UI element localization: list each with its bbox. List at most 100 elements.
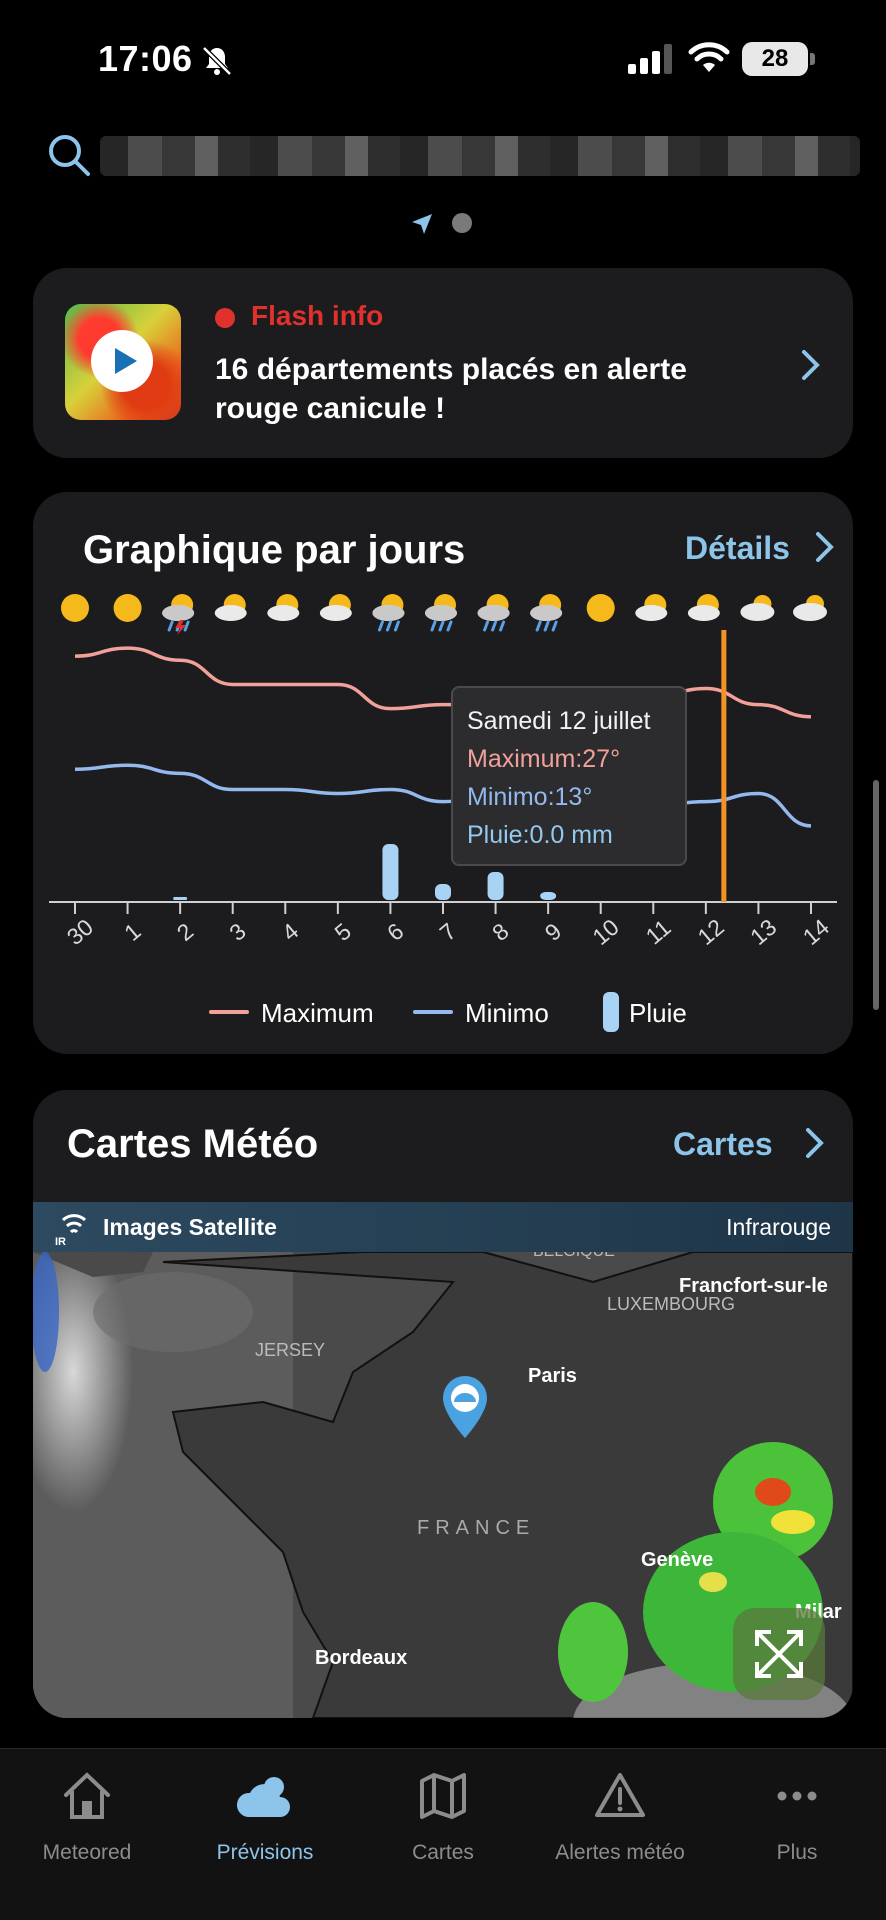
rain-bar bbox=[382, 844, 399, 900]
label-jersey: JERSEY bbox=[255, 1340, 325, 1360]
label-geneve: Genève bbox=[641, 1549, 713, 1571]
sun-icon bbox=[586, 594, 615, 622]
cellular-signal-icon bbox=[628, 44, 672, 74]
live-dot-icon bbox=[215, 308, 235, 328]
x-tick-label: 3 bbox=[224, 918, 251, 946]
page-dot[interactable] bbox=[452, 213, 472, 233]
details-link[interactable]: Détails bbox=[685, 530, 790, 567]
tab-plus[interactable]: Plus bbox=[722, 1765, 872, 1875]
x-tick-label: 1 bbox=[119, 918, 146, 946]
rain-bar bbox=[173, 897, 188, 900]
search-icon bbox=[49, 135, 90, 176]
search-bar[interactable] bbox=[40, 128, 860, 186]
rain-bar bbox=[540, 892, 557, 900]
sat-badge-text: IR bbox=[55, 1236, 66, 1246]
wifi-icon bbox=[688, 42, 730, 72]
tab-alertes[interactable]: Alertes météo bbox=[545, 1765, 695, 1875]
rain-bar bbox=[435, 884, 451, 900]
weather-maps-card: Cartes Météo Cartes IR Images Satellite … bbox=[33, 1090, 853, 1718]
rain-icon bbox=[477, 594, 510, 632]
sun-icon bbox=[113, 594, 142, 622]
tab-previsions[interactable]: Prévisions bbox=[190, 1765, 340, 1875]
series-line-maximum bbox=[74, 646, 812, 719]
label-paris: Paris bbox=[528, 1365, 577, 1387]
rain-icon bbox=[530, 594, 563, 632]
battery-indicator: 28 bbox=[742, 42, 808, 76]
flash-headline[interactable]: 16 départements placés en alerte rouge c… bbox=[215, 350, 775, 428]
tab-cartes-label: Cartes bbox=[412, 1841, 474, 1864]
satellite-ir-icon: IR bbox=[55, 1214, 87, 1246]
rain-bar bbox=[487, 872, 504, 900]
tab-cartes[interactable]: Cartes bbox=[368, 1765, 518, 1875]
tab-plus-label: Plus bbox=[776, 1841, 818, 1864]
cloudy-icon bbox=[740, 595, 775, 621]
legend-max-swatch bbox=[209, 1010, 249, 1014]
status-time: 17:06 bbox=[98, 38, 193, 79]
more-icon bbox=[777, 1791, 817, 1801]
location-pager[interactable] bbox=[410, 210, 490, 236]
chevron-right-icon[interactable] bbox=[799, 348, 823, 382]
satellite-label: Images Satellite bbox=[103, 1214, 277, 1240]
partly-cloudy-icon bbox=[319, 594, 352, 621]
partly-cloudy-icon bbox=[687, 594, 720, 621]
location-arrow-icon bbox=[412, 214, 432, 234]
tooltip-min: Minimo:13° bbox=[467, 783, 593, 811]
maps-link[interactable]: Cartes bbox=[673, 1126, 773, 1163]
legend-rain-label: Pluie bbox=[629, 998, 687, 1028]
expand-icon bbox=[755, 1630, 803, 1678]
battery-tip bbox=[810, 53, 815, 65]
map-icon bbox=[420, 1773, 466, 1819]
maps-title: Cartes Météo bbox=[67, 1122, 319, 1166]
partly-cloudy-icon bbox=[214, 594, 247, 621]
label-luxembourg: LUXEMBOURG bbox=[607, 1294, 735, 1314]
x-tick-label: 5 bbox=[329, 918, 356, 946]
x-tick-label: 30 bbox=[62, 914, 98, 950]
label-belgique: BELGIQUE bbox=[533, 1252, 615, 1260]
x-tick-label: 6 bbox=[382, 918, 409, 946]
tooltip-max: Maximum:27° bbox=[467, 745, 621, 773]
x-tick-label: 14 bbox=[798, 914, 834, 950]
play-icon[interactable] bbox=[91, 330, 153, 392]
tab-previsions-label: Prévisions bbox=[216, 1841, 314, 1864]
legend-min-swatch bbox=[413, 1010, 453, 1014]
graph-title: Graphique par jours bbox=[83, 528, 466, 572]
legend-min-label: Minimo bbox=[465, 998, 549, 1028]
storm-icon bbox=[162, 594, 195, 635]
x-tick-label: 7 bbox=[435, 918, 462, 946]
series-line-minimo bbox=[74, 763, 812, 828]
rain-icon bbox=[372, 594, 405, 632]
partly-cloudy-icon bbox=[635, 594, 668, 621]
x-tick-label: 8 bbox=[487, 918, 514, 946]
flash-info-card[interactable]: Flash info 16 départements placés en ale… bbox=[33, 268, 853, 458]
legend-max-label: Maximum bbox=[261, 998, 374, 1028]
search-input[interactable] bbox=[100, 136, 860, 176]
x-tick-label: 9 bbox=[540, 918, 567, 946]
x-tick-label: 4 bbox=[277, 918, 304, 946]
tab-alertes-label: Alertes météo bbox=[555, 1841, 685, 1864]
rain-icon bbox=[425, 594, 457, 632]
daily-chart[interactable]: 30 1 2 3 4 5 6 7 8 9 10 11 12 13 14 bbox=[33, 592, 853, 992]
cloudy-icon bbox=[793, 595, 827, 621]
expand-map-button[interactable] bbox=[733, 1608, 825, 1700]
x-tick-label: 10 bbox=[587, 914, 623, 950]
chevron-right-icon[interactable] bbox=[803, 1126, 827, 1160]
label-france: FRANCE bbox=[417, 1517, 535, 1539]
tab-meteored-label: Meteored bbox=[42, 1841, 132, 1864]
scrollbar[interactable] bbox=[873, 780, 879, 1010]
bell-muted-icon bbox=[202, 46, 232, 76]
satellite-mode: Infrarouge bbox=[726, 1214, 831, 1240]
x-tick-label: 11 bbox=[641, 914, 676, 949]
tab-bar: Meteored Prévisions Cartes Alertes météo… bbox=[0, 1748, 886, 1920]
chart-tooltip: Samedi 12 juillet Maximum:27° Minimo:13°… bbox=[451, 686, 687, 866]
tooltip-date: Samedi 12 juillet bbox=[467, 707, 651, 735]
home-icon bbox=[64, 1772, 110, 1819]
status-bar: 17:06 28 bbox=[0, 0, 886, 110]
warning-icon bbox=[595, 1773, 645, 1817]
tab-meteored[interactable]: Meteored bbox=[12, 1765, 162, 1875]
label-francfort: Francfort-sur-le bbox=[679, 1275, 828, 1297]
satellite-map[interactable]: Paris JERSEY LUXEMBOURG Francfort-sur-le… bbox=[33, 1252, 853, 1718]
satellite-header[interactable]: IR Images Satellite Infrarouge bbox=[33, 1202, 853, 1252]
partly-cloudy-icon bbox=[267, 594, 300, 621]
daily-graph-card: Graphique par jours Détails 30 1 2 3 4 5 6 7 8 9 1… bbox=[33, 492, 853, 1054]
chevron-right-icon[interactable] bbox=[813, 530, 837, 564]
